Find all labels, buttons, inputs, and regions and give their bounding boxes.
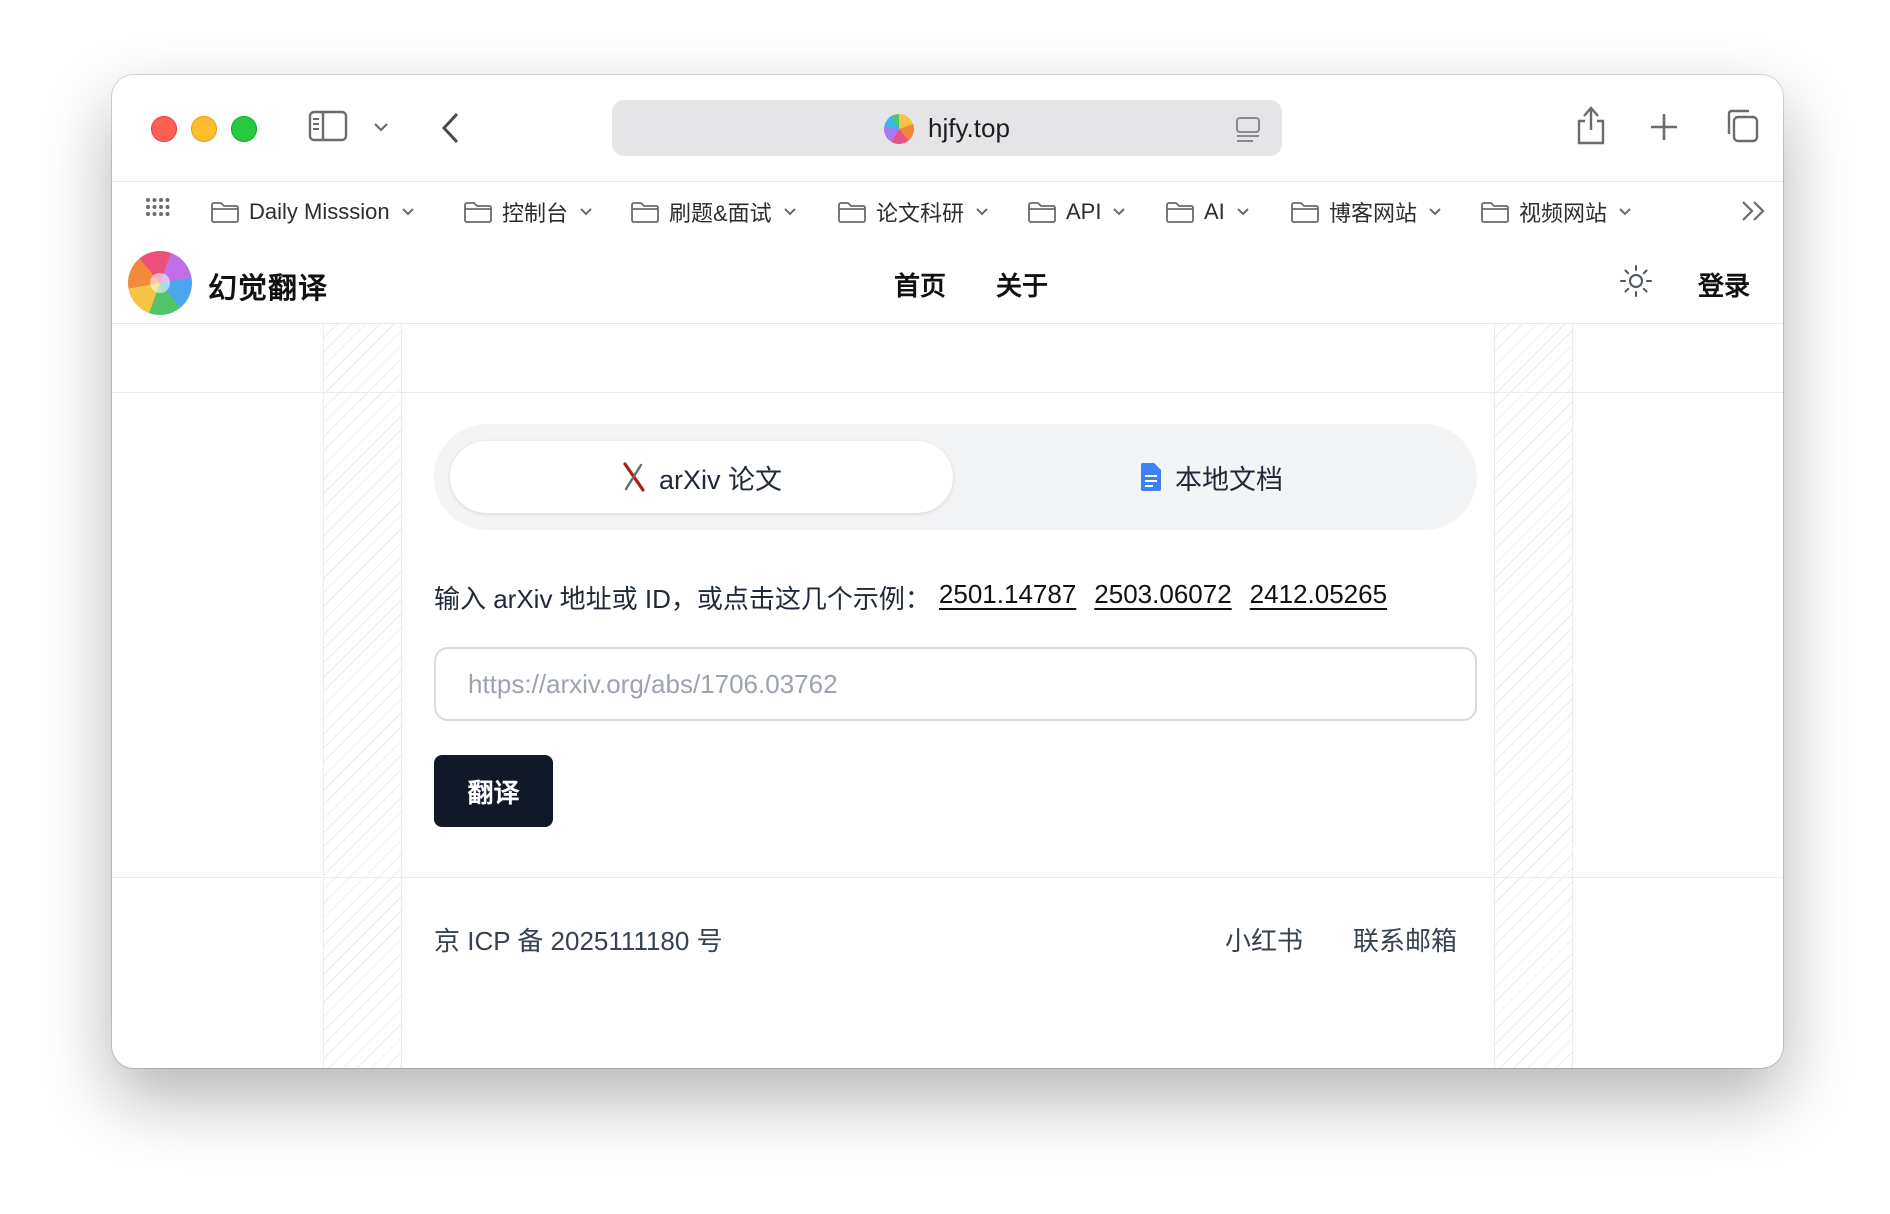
bookmark-folder[interactable]: AI [1165, 198, 1250, 226]
minimize-window-button[interactable] [191, 116, 217, 142]
nav-about-link[interactable]: 关于 [996, 266, 1048, 303]
bookmark-label: 论文科研 [876, 201, 965, 226]
brand-name[interactable]: 幻觉翻译 [208, 265, 328, 307]
bookmark-folder[interactable]: 刷题&面试 [630, 198, 797, 226]
title-bar: hjfy.top [112, 75, 1783, 181]
folder-icon [1481, 202, 1509, 223]
folder-icon [838, 202, 866, 223]
close-window-button[interactable] [151, 116, 177, 142]
example-link[interactable]: 2412.05265 [1250, 579, 1387, 616]
browser-window: hjfy.top Daily Misssion 控制台 刷题&面试 论文科研 A… [112, 75, 1783, 1068]
divider [112, 392, 1783, 393]
bookmark-folder[interactable]: 控制台 [463, 198, 593, 226]
arxiv-url-input[interactable] [434, 647, 1477, 721]
folder-icon [1291, 202, 1319, 223]
bookmark-label: Daily Misssion [249, 199, 390, 224]
folder-icon [1028, 202, 1056, 223]
address-url[interactable]: hjfy.top [928, 113, 1010, 144]
tab-local-docs[interactable]: 本地文档 [961, 441, 1461, 513]
login-link[interactable]: 登录 [1698, 266, 1750, 303]
chevron-down-icon [401, 208, 414, 216]
bookmark-folder[interactable]: 论文科研 [837, 198, 989, 226]
share-icon[interactable] [1575, 104, 1607, 146]
translate-button[interactable]: 翻译 [434, 755, 553, 827]
source-tabs: arXiv 论文 本地文档 [434, 424, 1477, 530]
main-content: arXiv 论文 本地文档 输入 arXiv 地址或 ID，或点击这几个示例： … [112, 324, 1783, 1068]
address-bar[interactable]: hjfy.top [612, 100, 1282, 156]
sidebar-toggle-icon[interactable] [308, 110, 348, 142]
bookmark-label: AI [1204, 199, 1225, 224]
tab-local-docs-label: 本地文档 [1175, 464, 1283, 495]
nav-home-link[interactable]: 首页 [894, 266, 946, 303]
back-arrow-icon[interactable] [440, 111, 460, 145]
plus-icon[interactable] [1649, 112, 1679, 142]
zoom-window-button[interactable] [231, 116, 257, 142]
chevron-down-icon [783, 208, 796, 216]
hint-text: 输入 arXiv 地址或 ID，或点击这几个示例： [434, 584, 931, 614]
xiaohongshu-link[interactable]: 小红书 [1225, 921, 1303, 958]
icp-record: 京 ICP 备 2025111180 号 [434, 926, 723, 956]
site-header: 幻觉翻译 首页 关于 登录 [112, 241, 1783, 324]
tabs-overview-icon[interactable] [1723, 108, 1759, 144]
apps-grid-icon[interactable] [145, 197, 171, 217]
chevron-down-icon [1237, 208, 1249, 216]
example-link[interactable]: 2501.14787 [939, 579, 1076, 616]
bookmark-label: 视频网站 [1519, 201, 1608, 226]
folder-icon [1166, 202, 1194, 223]
brand-logo[interactable] [128, 251, 192, 315]
chevron-down-icon [580, 208, 592, 216]
chevron-down-icon [976, 208, 988, 216]
decorative-hatch-right [1494, 324, 1573, 1068]
chevron-down-icon [1113, 208, 1126, 216]
tab-arxiv-label: arXiv 论文 [658, 464, 783, 495]
folder-icon [211, 202, 239, 223]
arxiv-logo-icon [623, 462, 645, 492]
double-chevron-icon[interactable] [1740, 199, 1768, 223]
bookmark-label: 刷题&面试 [669, 201, 772, 226]
site-favicon-icon [884, 114, 914, 144]
tab-arxiv[interactable]: arXiv 论文 [450, 441, 953, 513]
chevron-down-icon[interactable] [373, 122, 389, 132]
bookmark-label: 控制台 [502, 201, 569, 226]
example-link[interactable]: 2503.06072 [1094, 579, 1231, 616]
chevron-down-icon [1429, 208, 1441, 216]
sun-icon[interactable] [1618, 263, 1654, 299]
bookmark-folder[interactable]: 博客网站 [1290, 198, 1442, 226]
contact-email-link[interactable]: 联系邮箱 [1353, 921, 1457, 958]
bookmark-label: API [1066, 199, 1102, 224]
bookmark-folder[interactable]: 视频网站 [1480, 198, 1632, 226]
bookmark-folder[interactable]: Daily Misssion [210, 198, 415, 226]
chevron-down-icon [1619, 208, 1631, 216]
bookmark-folder[interactable]: API [1027, 198, 1126, 226]
input-hint: 输入 arXiv 地址或 ID，或点击这几个示例： 2501.14787 250… [434, 579, 1387, 616]
folder-icon [631, 202, 659, 223]
folder-icon [464, 202, 492, 223]
document-icon [1141, 463, 1161, 491]
divider [112, 877, 1783, 878]
reader-icon[interactable] [1234, 116, 1262, 144]
decorative-hatch-left [323, 324, 402, 1068]
bookmark-label: 博客网站 [1329, 201, 1418, 226]
